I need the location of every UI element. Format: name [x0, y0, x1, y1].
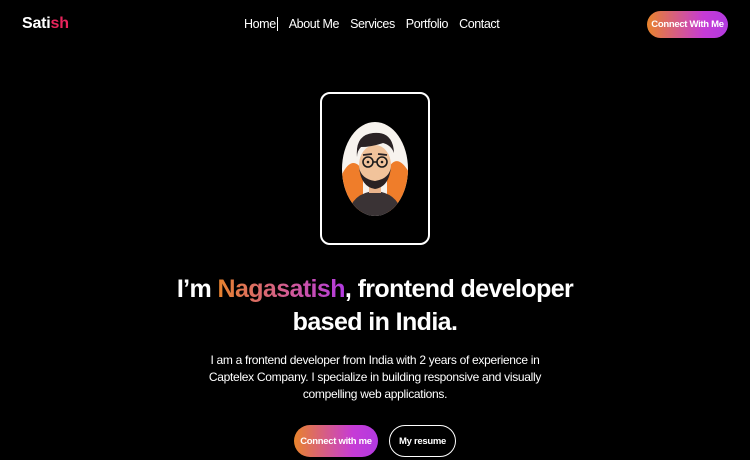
logo[interactable]: Satish: [22, 15, 69, 33]
avatar-frame: [320, 92, 430, 245]
developer-avatar-icon: [342, 122, 408, 216]
hero-bio: I am a frontend developer from India wit…: [208, 353, 542, 401]
nav-menu: Home About Me Services Portfolio Contact: [244, 17, 500, 31]
nav-item-contact[interactable]: Contact: [459, 17, 500, 31]
navbar: Satish Home About Me Services Portfolio …: [0, 0, 750, 50]
connect-with-me-button[interactable]: Connect With Me: [647, 11, 728, 38]
headline-prefix: I’m: [176, 275, 218, 303]
my-resume-button[interactable]: My resume: [389, 425, 456, 457]
logo-text-main: Sati: [22, 15, 51, 32]
headline-suffix: , frontend developer: [344, 275, 574, 303]
nav-item-home[interactable]: Home: [244, 17, 278, 31]
nav-item-portfolio[interactable]: Portfolio: [406, 17, 449, 31]
logo-text-accent: sh: [50, 15, 69, 32]
connect-with-me-cta[interactable]: Connect with me: [294, 425, 378, 457]
nav-item-about-me[interactable]: About Me: [289, 17, 340, 31]
nav-item-services[interactable]: Services: [350, 17, 395, 31]
headline-line2: based in India.: [292, 308, 458, 336]
headline-name: Nagasatish: [217, 275, 345, 303]
hero-headline: I’m Nagasatish, frontend developer based…: [0, 273, 750, 339]
